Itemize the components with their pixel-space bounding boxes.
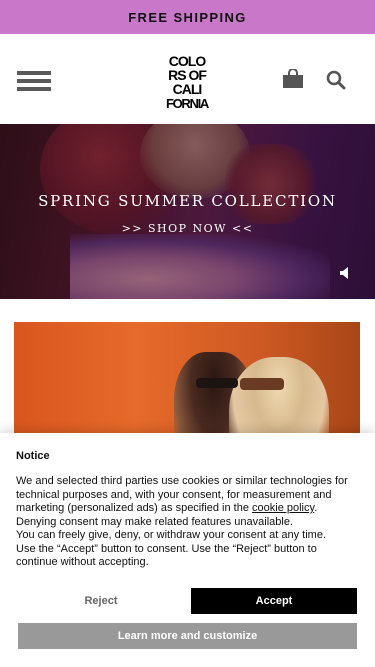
speaker-icon[interactable] <box>339 266 353 280</box>
brand-logo[interactable]: COLO RS OF CALI FORNIA <box>157 53 217 109</box>
search-icon[interactable] <box>326 70 346 90</box>
site-header: COLO RS OF CALI FORNIA <box>0 34 375 124</box>
cookie-notice-paragraph-1: We and selected third parties use cookie… <box>16 475 359 529</box>
cookie-notice-text: We and selected third parties use cookie… <box>16 475 359 570</box>
logo-line-3: CALI <box>173 81 202 97</box>
cookie-notice-paragraph-2: You can freely give, deny, or withdraw y… <box>16 529 326 541</box>
hamburger-menu-icon[interactable] <box>17 71 51 91</box>
cookie-policy-link[interactable]: cookie policy <box>252 502 314 514</box>
learn-more-button[interactable]: Learn more and customize <box>18 623 357 649</box>
cookie-notice-title: Notice <box>16 450 50 462</box>
shop-now-link[interactable]: >> SHOP NOW << <box>0 222 375 235</box>
cookie-consent-banner: Notice We and selected third parties use… <box>0 433 375 667</box>
cookie-notice-paragraph-3: Use the “Accept” button to consent. Use … <box>16 542 317 569</box>
promo-banner: FREE SHIPPING <box>0 0 375 34</box>
hero-banner[interactable]: SPRING SUMMER COLLECTION >> SHOP NOW << <box>0 124 375 299</box>
reject-button[interactable]: Reject <box>16 588 186 614</box>
accept-button[interactable]: Accept <box>191 588 357 614</box>
logo-line-4: FORNIA <box>166 96 210 109</box>
promo-text: FREE SHIPPING <box>128 9 247 25</box>
hero-title: SPRING SUMMER COLLECTION <box>38 192 337 210</box>
consent-button-row: Reject Accept <box>16 588 357 614</box>
shopping-bag-icon[interactable] <box>282 69 304 89</box>
